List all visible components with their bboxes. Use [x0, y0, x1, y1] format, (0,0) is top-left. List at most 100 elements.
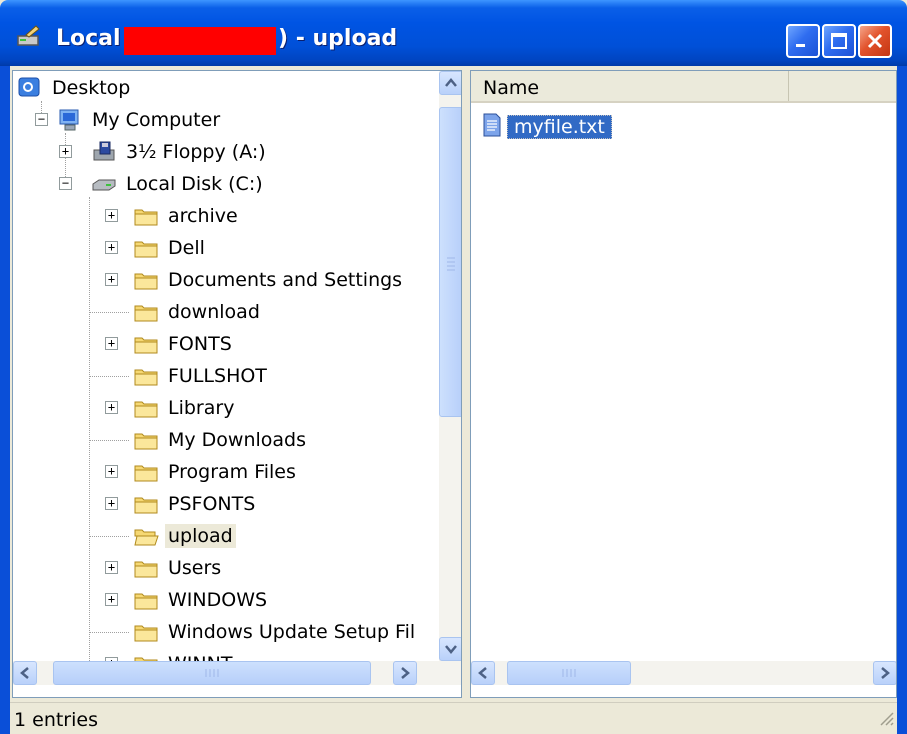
window-title-right: ) - upload	[278, 26, 398, 51]
close-button[interactable]	[858, 24, 892, 58]
chevron-right-icon	[401, 667, 410, 679]
expand-toggle[interactable]: +	[59, 145, 72, 158]
tree-horizontal-scrollbar[interactable]	[13, 661, 461, 685]
close-icon	[867, 33, 883, 49]
expand-toggle[interactable]: +	[105, 561, 118, 574]
maximize-icon	[831, 33, 847, 49]
folder-icon	[133, 588, 159, 612]
window-frame-right	[897, 66, 907, 734]
chevron-left-icon	[478, 667, 487, 679]
column-header-row: Name	[471, 71, 896, 103]
tree-item-fullshot[interactable]: FULLSHOT	[133, 361, 270, 391]
chevron-right-icon	[881, 667, 890, 679]
file-label: myfile.txt	[507, 115, 612, 139]
chevron-down-icon	[445, 645, 457, 654]
list-horizontal-scrollbar[interactable]	[471, 661, 896, 685]
maximize-button[interactable]	[822, 24, 856, 58]
scroll-right-button[interactable]	[873, 661, 896, 685]
expand-toggle[interactable]: +	[105, 241, 118, 254]
status-text: 1 entries	[14, 709, 98, 731]
window-title-left: Local	[56, 26, 121, 51]
minimize-icon	[796, 44, 805, 47]
tree-item-psfonts[interactable]: PSFONTS	[133, 489, 258, 519]
tree-line	[89, 536, 129, 537]
open-folder-icon	[133, 524, 159, 548]
tree-item-documents-and-settings[interactable]: Documents and Settings	[133, 265, 405, 295]
tree-vertical-scrollbar[interactable]	[439, 71, 461, 661]
chevron-left-icon	[20, 667, 29, 679]
tree-line	[89, 312, 129, 313]
scroll-right-button[interactable]	[393, 661, 417, 685]
expand-toggle[interactable]: +	[105, 209, 118, 222]
expand-toggle[interactable]: +	[105, 593, 118, 606]
tree-item-local-disk[interactable]: Local Disk (C:)	[91, 169, 266, 199]
redaction-box	[124, 27, 276, 55]
folder-icon	[133, 556, 159, 580]
floppy-drive-icon	[91, 140, 117, 164]
file-list-pane[interactable]: Name myfile.txt	[470, 70, 897, 698]
tree-item-winnt[interactable]: WINNT	[133, 649, 235, 661]
hard-disk-icon	[91, 172, 117, 196]
tree-item-archive[interactable]: archive	[133, 201, 241, 231]
folder-icon	[133, 460, 159, 484]
status-bar: 1 entries	[10, 702, 897, 734]
folder-tree[interactable]: Desktop − My Computer + 3½ Floppy (A:) −…	[13, 71, 439, 661]
collapse-toggle[interactable]: −	[35, 113, 48, 126]
tree-item-fonts[interactable]: FONTS	[133, 329, 235, 359]
tree-item-upload[interactable]: upload	[133, 521, 236, 551]
folder-icon	[133, 204, 159, 228]
tree-item-library[interactable]: Library	[133, 393, 237, 423]
scroll-up-button[interactable]	[439, 71, 461, 95]
tree-item-dell[interactable]: Dell	[133, 233, 208, 263]
tree-line	[89, 376, 129, 377]
tree-line	[89, 632, 129, 633]
folder-icon	[133, 332, 159, 356]
grip-icon	[205, 669, 219, 677]
scroll-down-button[interactable]	[439, 637, 461, 661]
file-item-myfile[interactable]: myfile.txt	[481, 113, 612, 141]
tree-item-floppy[interactable]: 3½ Floppy (A:)	[91, 137, 269, 167]
resize-grip-icon[interactable]	[877, 709, 895, 732]
expand-toggle[interactable]: +	[105, 497, 118, 510]
folder-icon	[133, 652, 159, 661]
folder-icon	[133, 492, 159, 516]
minimize-button[interactable]	[786, 24, 820, 58]
scroll-left-button[interactable]	[13, 661, 37, 685]
tree-item-download[interactable]: download	[133, 297, 263, 327]
folder-tree-pane[interactable]: Desktop − My Computer + 3½ Floppy (A:) −…	[12, 70, 462, 698]
tree-line	[89, 440, 129, 441]
tree-item-my-downloads[interactable]: My Downloads	[133, 425, 309, 455]
tree-item-desktop[interactable]: Desktop	[17, 73, 133, 103]
expand-toggle[interactable]: +	[105, 273, 118, 286]
folder-icon	[133, 364, 159, 388]
scroll-thumb[interactable]	[53, 661, 371, 685]
folder-icon	[133, 620, 159, 644]
expand-toggle[interactable]: +	[105, 465, 118, 478]
text-file-icon	[481, 112, 503, 143]
scroll-thumb[interactable]	[439, 107, 461, 417]
tree-item-windows-update-setup[interactable]: Windows Update Setup Fil	[133, 617, 418, 647]
expand-toggle[interactable]: +	[105, 337, 118, 350]
window-frame-left	[0, 66, 10, 734]
folder-icon	[133, 236, 159, 260]
my-computer-icon	[57, 108, 83, 132]
tree-line	[89, 197, 90, 661]
chevron-up-icon	[445, 78, 457, 87]
scroll-left-button[interactable]	[471, 661, 495, 685]
app-icon[interactable]	[14, 24, 42, 50]
folder-icon	[133, 268, 159, 292]
collapse-toggle[interactable]: −	[59, 177, 72, 190]
tree-item-my-computer[interactable]: My Computer	[57, 105, 223, 135]
scroll-thumb[interactable]	[507, 661, 631, 685]
tree-item-program-files[interactable]: Program Files	[133, 457, 299, 487]
tree-item-users[interactable]: Users	[133, 553, 224, 583]
expand-toggle[interactable]: +	[105, 401, 118, 414]
folder-icon	[133, 300, 159, 324]
grip-icon	[447, 257, 455, 271]
title-bar[interactable]: Local ) - upload	[0, 0, 907, 66]
folder-icon	[133, 428, 159, 452]
folder-icon	[133, 396, 159, 420]
column-header-name[interactable]: Name	[471, 71, 789, 101]
tree-item-windows[interactable]: WINDOWS	[133, 585, 270, 615]
desktop-icon	[17, 76, 43, 100]
